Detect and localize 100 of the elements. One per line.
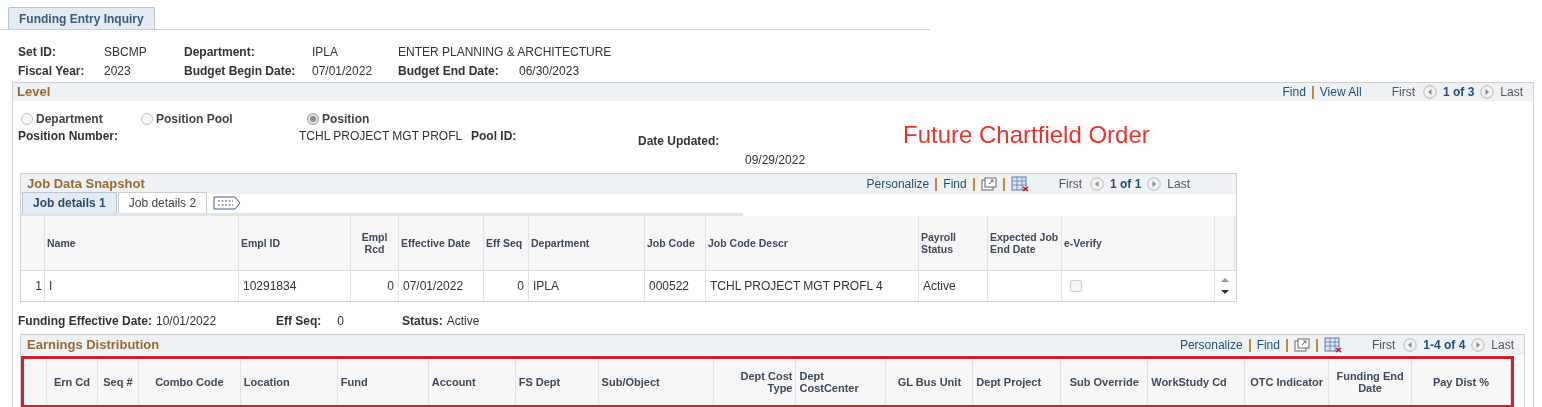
everify-checkbox[interactable]: [1070, 280, 1082, 292]
field-value: IPLA: [312, 43, 339, 61]
find-link[interactable]: Find: [1256, 336, 1280, 354]
column-header: Expected Job End Date: [988, 216, 1062, 270]
section-title: Level: [17, 83, 51, 102]
field-label: Eff Seq:: [276, 313, 322, 330]
table-cell-text: 0: [387, 278, 394, 295]
previous-icon[interactable]: [1403, 338, 1418, 352]
previous-icon[interactable]: [1089, 177, 1104, 191]
field-value: ENTER PLANNING & ARCHITECTURE: [398, 43, 612, 61]
page-tab[interactable]: Funding Entry Inquiry: [8, 7, 155, 29]
field-value: 0: [337, 313, 345, 330]
table-cell-text: 07/01/2022: [403, 278, 464, 295]
column-header: Name: [45, 216, 239, 270]
field-value: 09/29/2022: [745, 152, 807, 169]
radio-button[interactable]: [141, 112, 153, 125]
column-header: Funding End Date: [1329, 359, 1413, 405]
find-link[interactable]: Find: [1282, 83, 1306, 101]
column-header: Effective Date: [399, 216, 484, 270]
first-label: First: [1058, 176, 1082, 193]
table-cell-text: 000522: [649, 278, 690, 295]
field-label: Pool ID:: [471, 128, 518, 145]
table-cell-text: IPLA: [533, 278, 559, 295]
field-value: 2023: [104, 62, 132, 80]
radio-label: Position Pool: [156, 110, 233, 128]
column-header: GL Bus Unit: [886, 359, 974, 405]
table-cell-text: TCHL PROJECT MGT PROFL 4: [710, 278, 883, 295]
column-header: Account: [428, 359, 516, 405]
field-value: TCHL PROJECT MGT PROFL: [299, 128, 464, 145]
radio-label: Position: [322, 110, 370, 128]
table-cell-text: 10291834: [243, 278, 297, 295]
section-title: Earnings Distribution: [27, 336, 160, 355]
field-value: 07/01/2022: [312, 62, 374, 80]
column-header: Job Code: [645, 216, 706, 270]
column-header: WorkStudy Cd: [1148, 359, 1246, 405]
field-label: Department:: [184, 43, 256, 61]
field-label: Budget Begin Date:: [184, 62, 297, 80]
personalize-link[interactable]: Personalize: [1179, 336, 1243, 354]
column-header: OTC Indicator: [1245, 359, 1330, 405]
field-value: Active: [446, 313, 480, 330]
new-window-icon[interactable]: [1293, 338, 1310, 352]
field-label: Date Updated:: [638, 133, 721, 150]
column-header: Department: [529, 216, 645, 270]
column-header: Empl Rcd: [351, 216, 399, 270]
column-header: Pay Dist %: [1412, 359, 1511, 405]
field-value: 10/01/2022: [156, 313, 217, 330]
radio-button[interactable]: [307, 112, 319, 125]
row-number: 1: [21, 271, 45, 301]
first-label: First: [1391, 84, 1415, 101]
column-header: Location: [240, 359, 338, 405]
download-grid-icon[interactable]: [1010, 176, 1029, 192]
field-label: Budget End Date:: [398, 62, 500, 80]
column-header: Dept CostCenter: [796, 359, 887, 405]
table-cell-text: Active: [923, 278, 956, 295]
column-header: Ern Cd: [47, 359, 98, 405]
column-header: Seq #: [97, 359, 139, 405]
column-header: Empl ID: [239, 216, 351, 270]
column-header: Payroll Status: [919, 216, 988, 270]
next-icon[interactable]: [1471, 338, 1486, 352]
download-grid-icon[interactable]: [1323, 337, 1342, 353]
field-label: Fiscal Year:: [18, 62, 86, 80]
column-header: Combo Code: [138, 359, 241, 405]
table-cell-text: 0: [517, 278, 524, 295]
new-window-icon[interactable]: [980, 177, 997, 191]
column-header: Fund: [337, 359, 429, 405]
grid-tab[interactable]: Job details 2: [117, 192, 208, 213]
find-link[interactable]: Find: [943, 175, 967, 193]
radio-button[interactable]: [21, 112, 33, 125]
column-header: Sub/Object: [598, 359, 714, 405]
field-label: Status:: [402, 313, 443, 330]
column-header: Dept Cost Type: [713, 359, 797, 405]
field-label: Position Number:: [18, 128, 119, 145]
section-title: Job Data Snapshot: [27, 175, 145, 194]
next-icon[interactable]: [1480, 85, 1495, 99]
page-count: 1-4 of 4: [1423, 337, 1466, 354]
previous-icon[interactable]: [1422, 85, 1437, 99]
last-label: Last: [1500, 84, 1523, 101]
column-header: Sub Override: [1061, 359, 1149, 405]
show-all-columns-icon[interactable]: [213, 196, 242, 210]
field-label: Funding Effective Date:: [18, 313, 152, 330]
page-count: 1 of 3: [1442, 84, 1475, 101]
view-all-link[interactable]: View All: [1319, 83, 1362, 101]
column-header: FS Dept: [515, 359, 599, 405]
column-header: Job Code Descr: [706, 216, 919, 270]
field-label: Set ID:: [18, 43, 57, 61]
personalize-link[interactable]: Personalize: [866, 175, 930, 193]
grid-tab[interactable]: Job details 1: [22, 192, 117, 213]
next-icon[interactable]: [1147, 177, 1162, 191]
field-value: 06/30/2023: [519, 62, 581, 80]
column-header: e-Verify: [1062, 216, 1215, 270]
radio-label: Department: [36, 110, 103, 128]
field-value: SBCMP: [104, 43, 148, 61]
column-header: Dept Project: [973, 359, 1062, 405]
annotation-text: Future Chartfield Order: [903, 123, 1150, 150]
first-label: First: [1371, 337, 1396, 354]
last-label: Last: [1167, 176, 1190, 193]
table-cell-text: I: [49, 278, 53, 295]
column-header: Eff Seq: [484, 216, 529, 270]
last-label: Last: [1491, 337, 1514, 354]
page-count: 1 of 1: [1109, 176, 1142, 193]
